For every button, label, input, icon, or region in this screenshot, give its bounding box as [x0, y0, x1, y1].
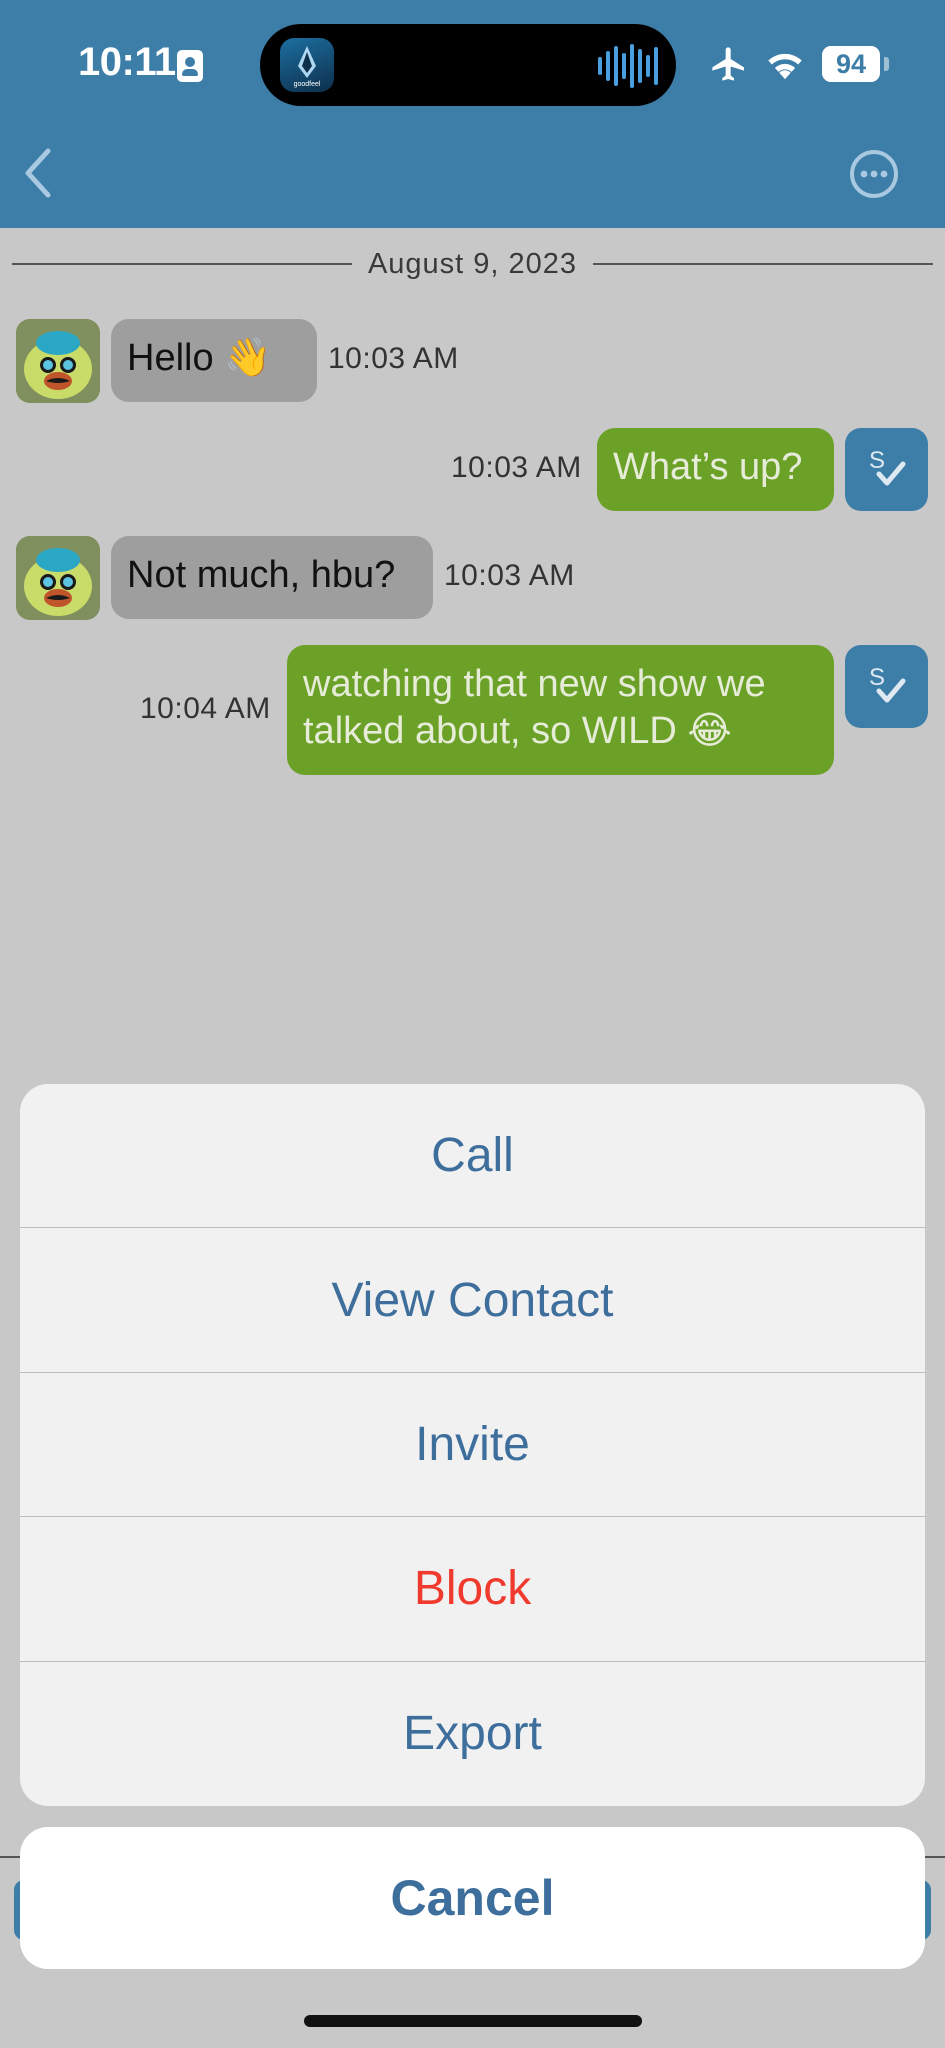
message-time: 10:04 AM: [140, 692, 271, 725]
back-button[interactable]: [18, 145, 58, 201]
avatar[interactable]: [16, 319, 100, 403]
navigation-header: 10:11 goodfeel 94: [0, 0, 945, 228]
svg-text:S: S: [869, 664, 885, 691]
app-icon-label: goodfeel: [293, 81, 321, 88]
action-sheet: Call View Contact Invite Block Export: [20, 1084, 925, 1806]
sent-check-icon: S: [845, 645, 928, 728]
wifi-icon: [768, 53, 802, 80]
outgoing-message-bubble[interactable]: watching that new show we talked about, …: [287, 645, 834, 775]
message-time: 10:03 AM: [451, 451, 582, 484]
battery-cap: [884, 57, 889, 71]
battery-indicator: 94: [822, 46, 880, 82]
airplane-icon: [712, 47, 744, 81]
incoming-message-bubble[interactable]: Not much, hbu?: [111, 536, 433, 619]
export-button[interactable]: Export: [20, 1662, 925, 1806]
date-label: August 9, 2023: [367, 247, 578, 280]
date-divider: August 9, 2023: [12, 246, 934, 282]
outgoing-message-bubble[interactable]: What’s up?: [597, 428, 834, 511]
sent-check-icon: S: [845, 428, 928, 511]
status-time: 10:11: [78, 40, 176, 84]
invite-button[interactable]: Invite: [20, 1373, 925, 1518]
app-icon: goodfeel: [280, 38, 334, 92]
call-button[interactable]: Call: [20, 1084, 925, 1229]
message-time: 10:03 AM: [328, 342, 459, 375]
avatar[interactable]: [16, 536, 100, 620]
ellipsis-circle-icon[interactable]: [848, 148, 900, 200]
incoming-message-bubble[interactable]: Hello 👋: [111, 319, 317, 402]
message-time: 10:03 AM: [444, 559, 575, 592]
view-contact-button[interactable]: View Contact: [20, 1228, 925, 1373]
contact-card-icon: [177, 50, 203, 82]
svg-text:S: S: [869, 447, 885, 474]
home-indicator[interactable]: [304, 2015, 642, 2027]
dynamic-island[interactable]: goodfeel: [260, 24, 676, 106]
waveform-icon: [598, 44, 658, 88]
block-button[interactable]: Block: [20, 1517, 925, 1662]
cancel-button[interactable]: Cancel: [20, 1827, 925, 1969]
divider-line: [593, 263, 934, 265]
divider-line: [12, 263, 352, 265]
